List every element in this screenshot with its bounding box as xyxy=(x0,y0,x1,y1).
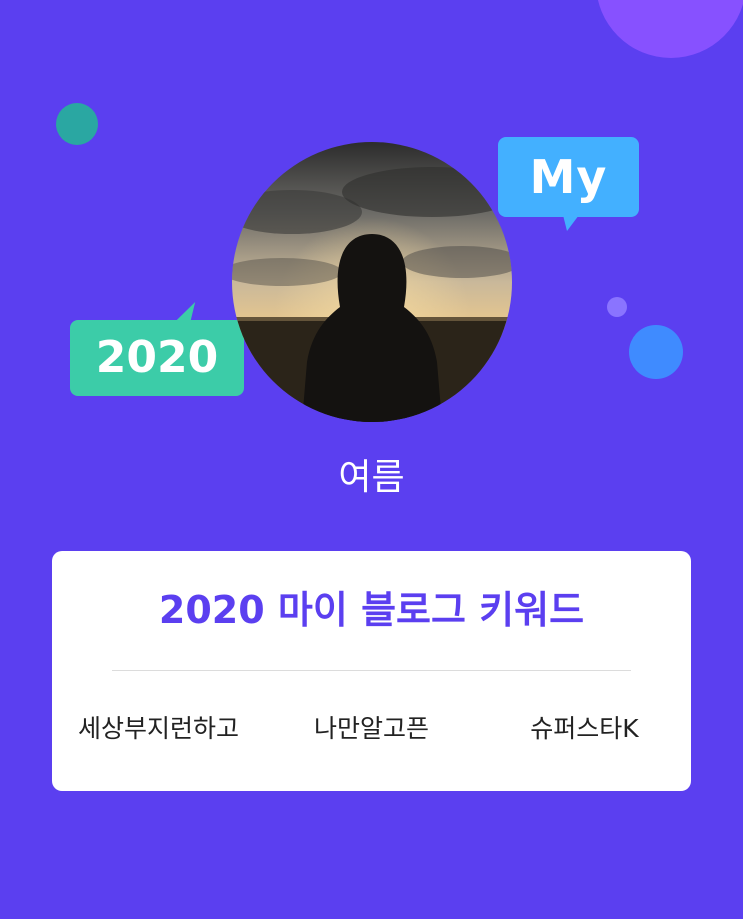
decorative-circle xyxy=(629,325,683,379)
decorative-circle xyxy=(607,297,627,317)
my-speech-bubble: My xyxy=(498,137,639,231)
keyword-item: 슈퍼스타K xyxy=(530,714,639,743)
keyword-list: 세상부지런하고 나만알고픈 슈퍼스타K xyxy=(52,709,691,745)
keyword-item: 나만알고픈 xyxy=(313,714,429,743)
profile-avatar[interactable] xyxy=(232,142,512,422)
year-speech-bubble: 2020 xyxy=(70,320,244,396)
divider xyxy=(112,670,631,671)
decorative-circle xyxy=(56,103,98,145)
keyword-card: 2020 마이 블로그 키워드 세상부지런하고 나만알고픈 슈퍼스타K xyxy=(52,551,691,791)
username: 여름 xyxy=(338,457,405,498)
decorative-circle xyxy=(596,0,743,58)
blog-keyword-page: My 2020 여름 2020 마이 블로그 키워드 세상부지런하고 나만알고픈… xyxy=(0,0,743,919)
profile-photo-silhouette-icon xyxy=(232,142,512,422)
keyword-item: 세상부지런하고 xyxy=(77,714,239,743)
card-title: 2020 마이 블로그 키워드 xyxy=(158,588,585,632)
